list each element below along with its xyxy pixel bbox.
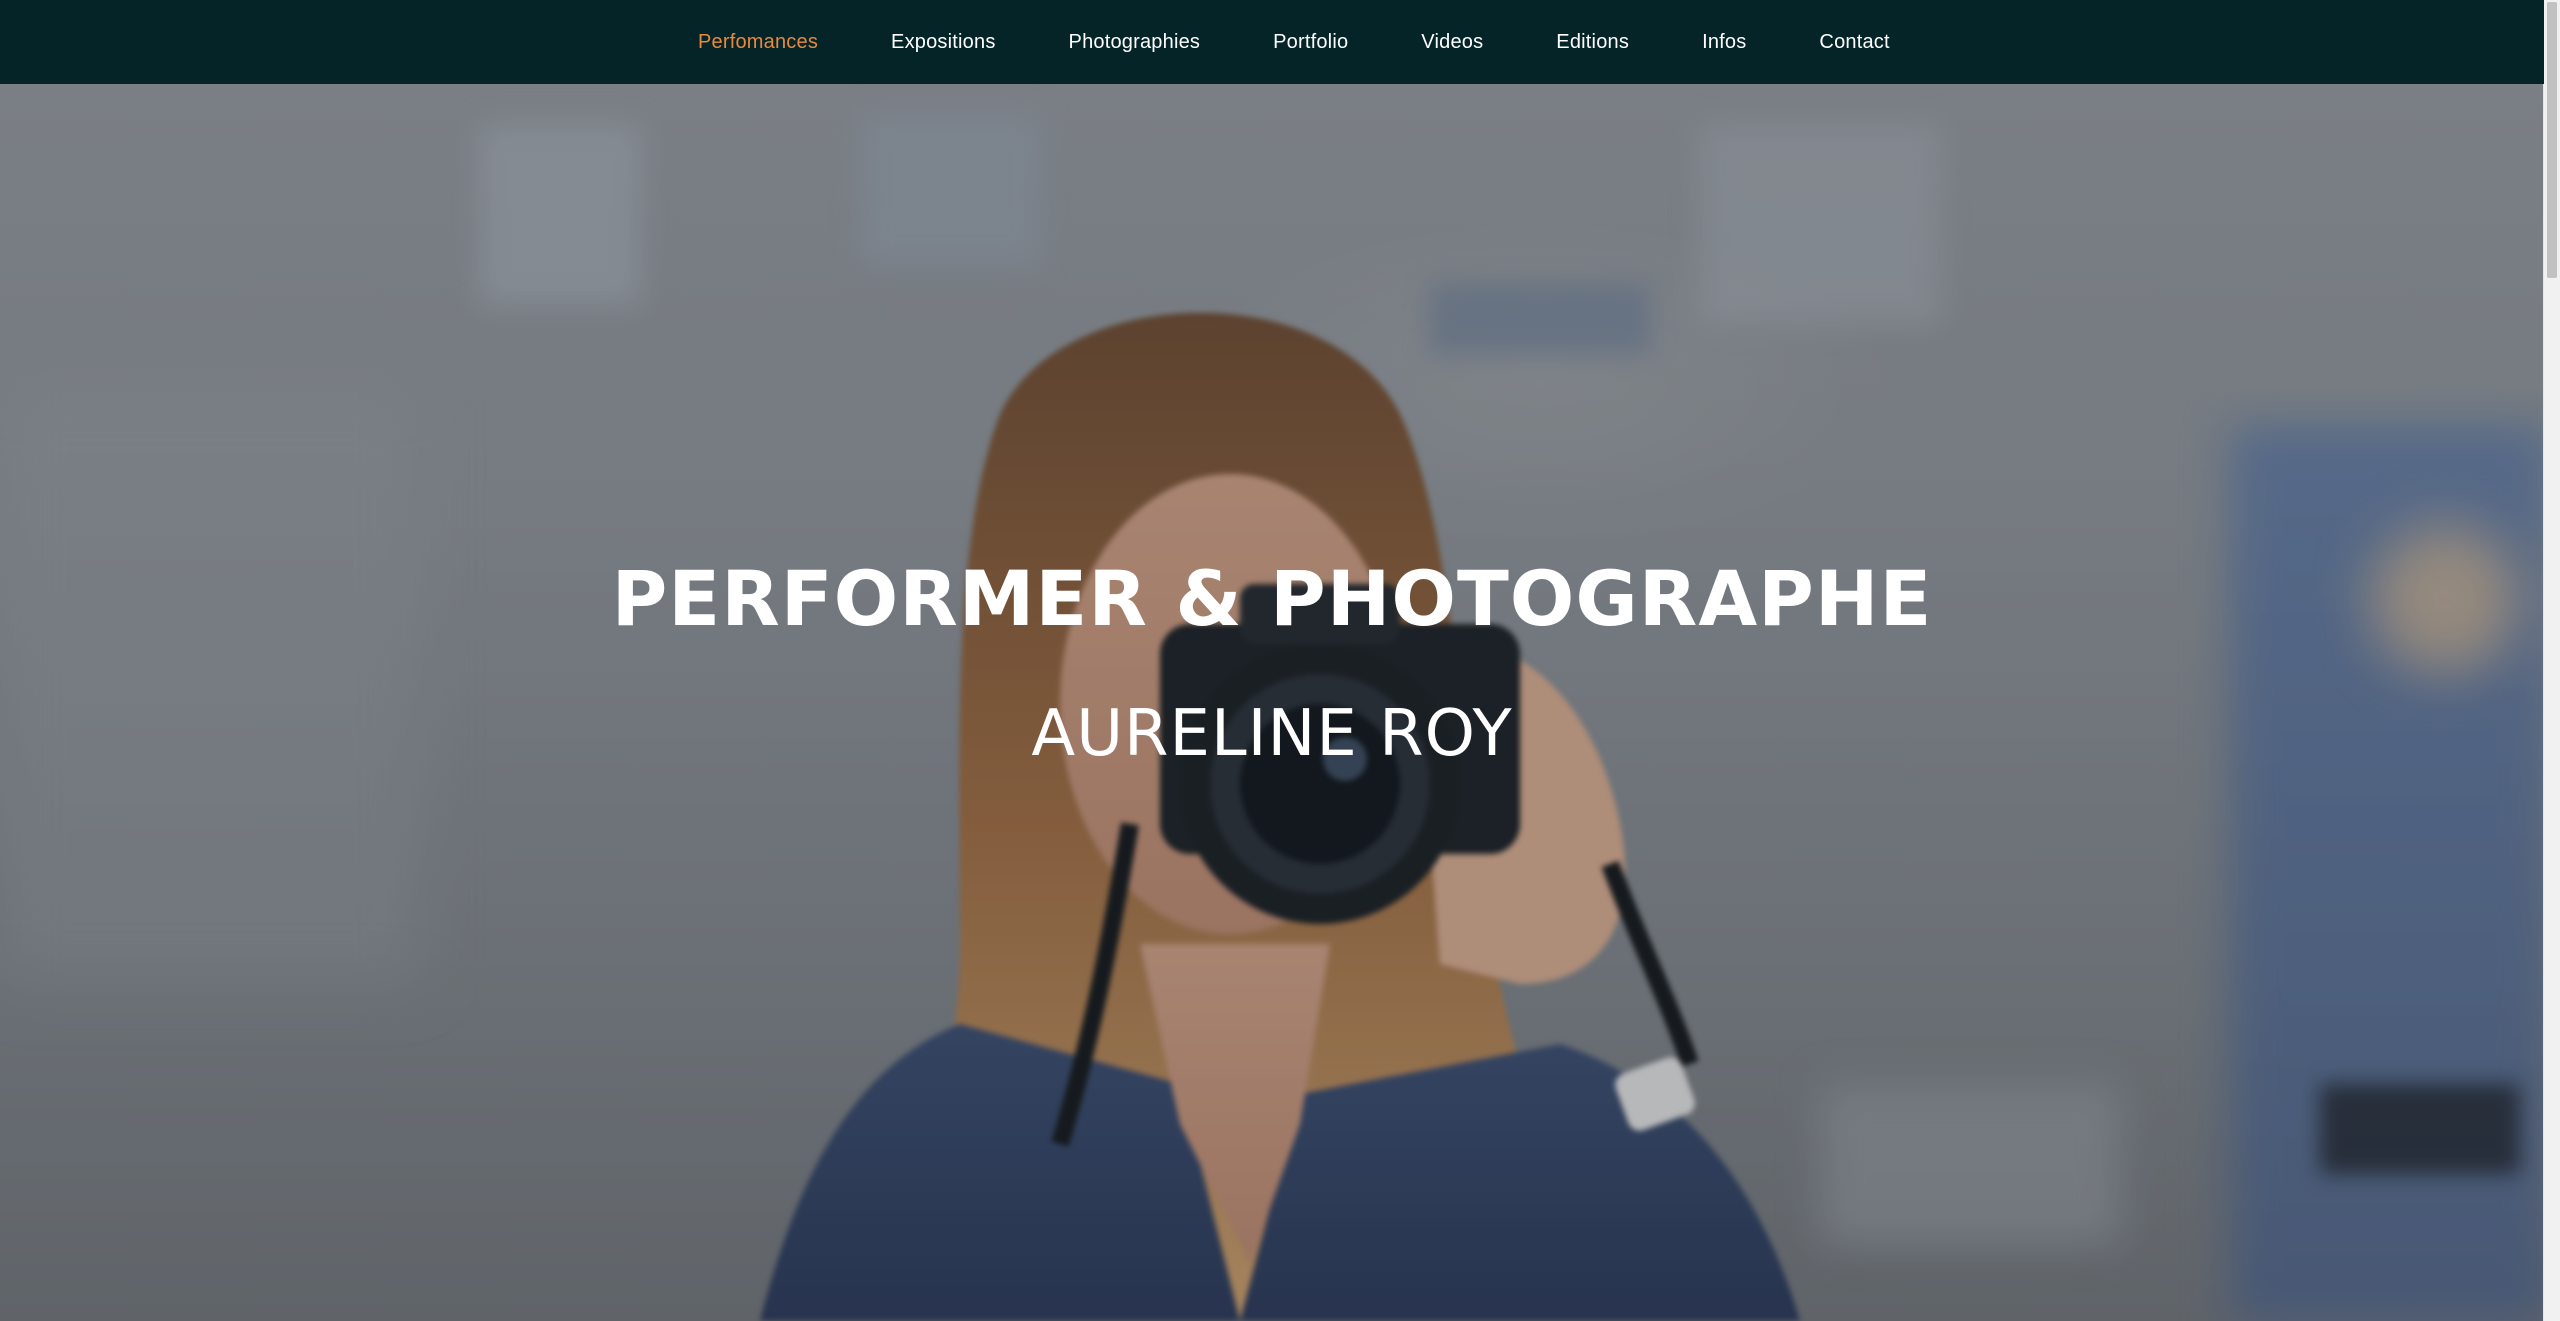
top-navigation: Perfomances Expositions Photographies Po… — [0, 0, 2544, 84]
nav-item-portfolio[interactable]: Portfolio — [1273, 31, 1348, 54]
nav-item-contact[interactable]: Contact — [1819, 31, 1889, 54]
hero-subtitle: AURELINE ROY — [1031, 697, 1513, 771]
nav-item-photographies[interactable]: Photographies — [1069, 31, 1201, 54]
nav-item-performances[interactable]: Perfomances — [698, 31, 818, 54]
page: Perfomances Expositions Photographies Po… — [0, 0, 2560, 1321]
nav-item-videos[interactable]: Videos — [1421, 31, 1483, 54]
hero-title: PERFORMER & PHOTOGRAPHE — [611, 554, 1933, 643]
nav-item-editions[interactable]: Editions — [1556, 31, 1629, 54]
vertical-scrollbar[interactable] — [2543, 0, 2560, 1321]
hero-section: PERFORMER & PHOTOGRAPHE AURELINE ROY — [0, 84, 2544, 1321]
nav-menu: Perfomances Expositions Photographies Po… — [698, 0, 1890, 84]
nav-item-expositions[interactable]: Expositions — [891, 31, 995, 54]
scrollbar-thumb[interactable] — [2547, 2, 2557, 278]
nav-item-infos[interactable]: Infos — [1702, 31, 1746, 54]
